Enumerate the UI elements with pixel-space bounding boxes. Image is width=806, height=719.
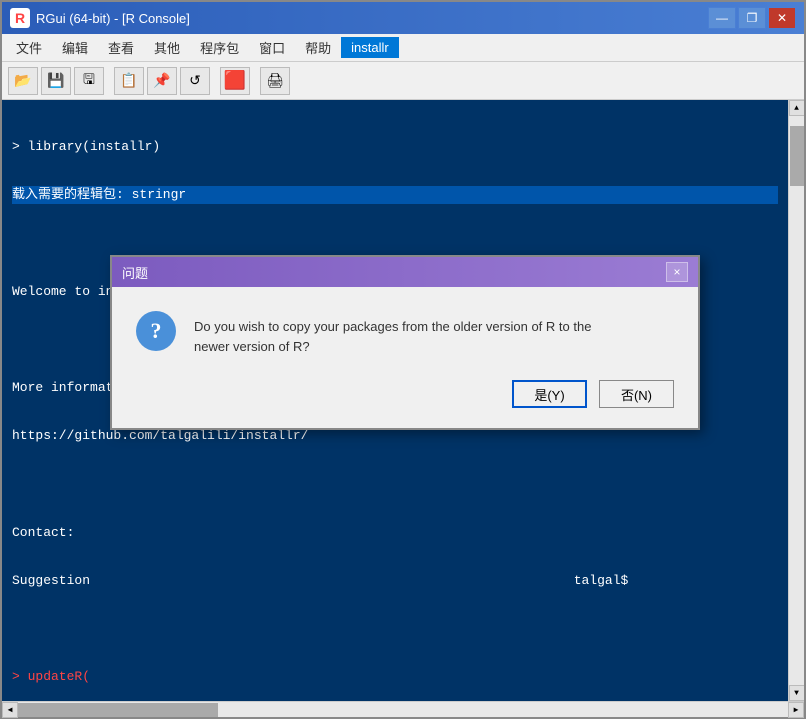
vertical-scrollbar[interactable]: ▲ ▼ bbox=[788, 100, 804, 701]
stop-button[interactable]: 🟥 bbox=[220, 67, 250, 95]
refresh-button[interactable]: ↺ bbox=[180, 67, 210, 95]
scroll-track[interactable] bbox=[789, 116, 804, 685]
dialog-close-button[interactable]: × bbox=[666, 262, 688, 282]
print-button[interactable]: 🖨 bbox=[260, 67, 290, 95]
menu-edit[interactable]: 编辑 bbox=[52, 35, 98, 60]
app-icon: R bbox=[10, 8, 30, 28]
paste-button[interactable]: 📌 bbox=[147, 67, 177, 95]
toolbar: 📂 💾 🖫 📋 📌 ↺ 🟥 🖨 bbox=[2, 62, 804, 100]
save2-button[interactable]: 🖫 bbox=[74, 67, 104, 95]
console-line: Contact: bbox=[12, 524, 778, 542]
scroll-right-arrow[interactable]: ▶ bbox=[788, 702, 804, 718]
title-bar: R RGui (64-bit) - [R Console] — ❐ ✕ bbox=[2, 2, 804, 34]
save-button[interactable]: 💾 bbox=[41, 67, 71, 95]
window-controls: — ❐ ✕ bbox=[708, 7, 796, 29]
menu-bar: 文件 编辑 查看 其他 程序包 窗口 帮助 installr bbox=[2, 34, 804, 62]
no-button[interactable]: 否(N) bbox=[599, 380, 674, 408]
dialog-buttons: 是(Y) 否(N) bbox=[112, 372, 698, 428]
question-icon: ? bbox=[136, 311, 176, 351]
scroll-left-arrow[interactable]: ◀ bbox=[2, 702, 18, 718]
menu-view[interactable]: 查看 bbox=[98, 35, 144, 60]
scroll-down-arrow[interactable]: ▼ bbox=[789, 685, 805, 701]
menu-packages[interactable]: 程序包 bbox=[190, 35, 249, 60]
menu-installr[interactable]: installr bbox=[341, 37, 399, 58]
menu-misc[interactable]: 其他 bbox=[144, 35, 190, 60]
dialog-title-bar: 问题 × bbox=[112, 257, 698, 287]
close-button[interactable]: ✕ bbox=[768, 7, 796, 29]
dialog-body: ? Do you wish to copy your packages from… bbox=[112, 287, 698, 372]
console-line bbox=[12, 475, 778, 493]
question-dialog: 问题 × ? Do you wish to copy your packages… bbox=[110, 255, 700, 430]
main-window: R RGui (64-bit) - [R Console] — ❐ ✕ 文件 编… bbox=[0, 0, 806, 719]
menu-window[interactable]: 窗口 bbox=[249, 35, 295, 60]
console-line: Suggestion talgal$ bbox=[12, 572, 778, 590]
open-file-button[interactable]: 📂 bbox=[8, 67, 38, 95]
scroll-h-thumb[interactable] bbox=[18, 703, 218, 717]
menu-help[interactable]: 帮助 bbox=[295, 35, 341, 60]
yes-button[interactable]: 是(Y) bbox=[512, 380, 587, 408]
console-line bbox=[12, 620, 778, 638]
copy-button[interactable]: 📋 bbox=[114, 67, 144, 95]
scroll-up-arrow[interactable]: ▲ bbox=[789, 100, 805, 116]
console-line: > library(installr) bbox=[12, 138, 778, 156]
dialog-message: Do you wish to copy your packages from t… bbox=[194, 311, 674, 356]
menu-file[interactable]: 文件 bbox=[6, 35, 52, 60]
console-line: 载入需要的程辑包: stringr bbox=[12, 186, 778, 204]
minimize-button[interactable]: — bbox=[708, 7, 736, 29]
window-title: RGui (64-bit) - [R Console] bbox=[36, 11, 708, 26]
scroll-h-track[interactable] bbox=[18, 702, 788, 717]
dialog-title: 问题 bbox=[122, 263, 666, 282]
restore-button[interactable]: ❐ bbox=[738, 7, 766, 29]
console-line: > updateR( bbox=[12, 668, 778, 686]
scroll-thumb[interactable] bbox=[790, 126, 804, 186]
horizontal-scrollbar[interactable]: ◀ ▶ bbox=[2, 701, 804, 717]
console-line bbox=[12, 234, 778, 252]
